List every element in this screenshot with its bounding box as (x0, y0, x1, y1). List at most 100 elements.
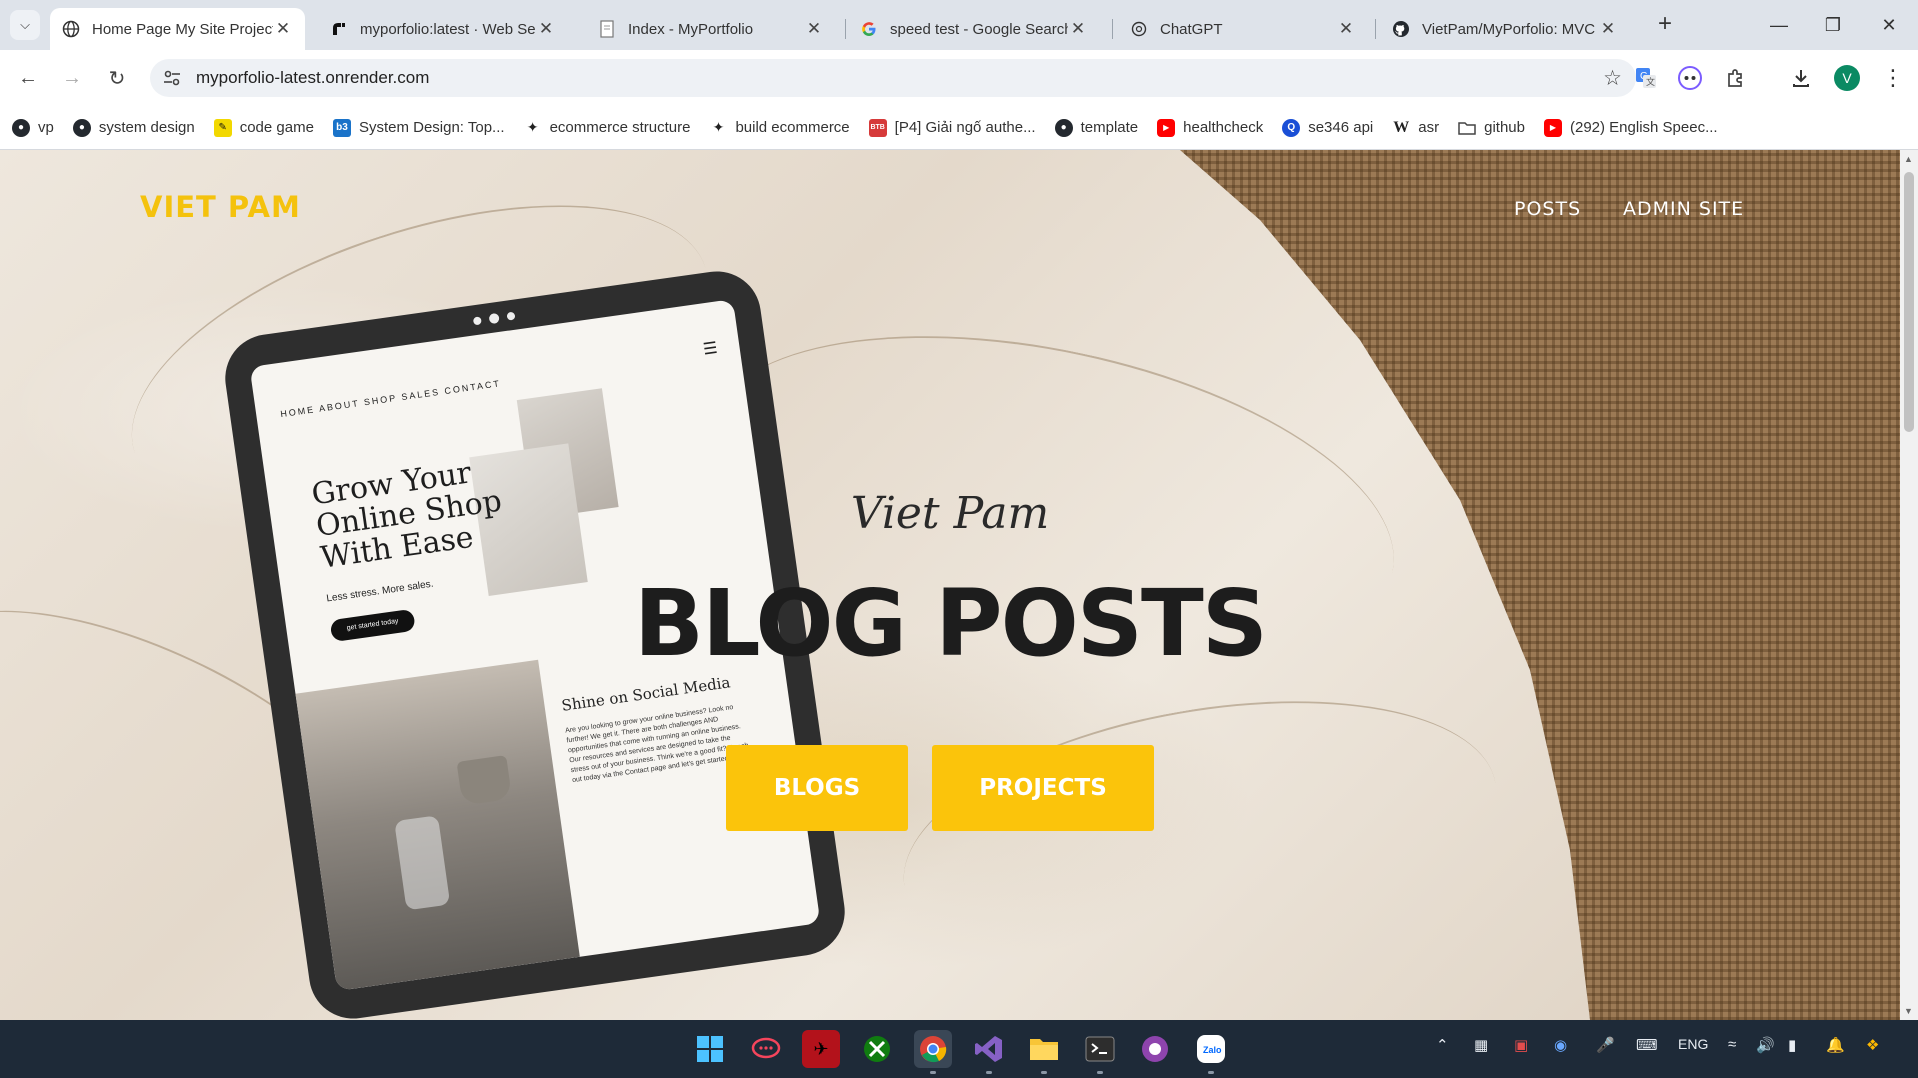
reload-button[interactable]: ↻ (101, 62, 133, 94)
windows-start-icon[interactable] (691, 1030, 729, 1068)
close-icon[interactable]: ✕ (1068, 19, 1088, 39)
scroll-down-icon[interactable]: ▼ (1904, 1006, 1913, 1016)
back-button[interactable]: ← (12, 62, 44, 94)
globe-icon (62, 20, 80, 38)
close-window-button[interactable]: ✕ (1866, 10, 1912, 40)
blogs-button[interactable]: BLOGS (726, 745, 908, 831)
scrollbar-thumb[interactable] (1904, 172, 1914, 432)
extensions-puzzle-icon[interactable] (1723, 65, 1749, 91)
hero-subtitle: Viet Pam (850, 488, 1050, 539)
tab-index[interactable]: Index - MyPortfolio ✕ (586, 8, 836, 50)
rocket-chat-icon[interactable] (747, 1030, 785, 1068)
profile-initial: V (1842, 70, 1852, 86)
close-icon[interactable]: ✕ (804, 19, 824, 39)
new-tab-button[interactable]: + (1652, 12, 1678, 38)
tab-render[interactable]: myporfolio:latest · Web Se ✕ (318, 8, 568, 50)
nav-posts[interactable]: POSTS (1514, 198, 1581, 220)
google-icon (860, 20, 878, 38)
tab-separator (1112, 19, 1113, 39)
windows-taskbar: ✈ Zalo ⌃ ▦ ▣ ◉ 🎤 ⌨ ENG ≈ 🔊 ▮ 🔔 ❖ (0, 1020, 1918, 1078)
bookmark-label: (292) English Speec... (1569, 119, 1718, 136)
language-indicator[interactable]: ENG (1678, 1036, 1708, 1052)
forward-button[interactable]: → (56, 62, 88, 94)
bookmark-item[interactable]: BTB [P4] Giải ngố authe... (868, 118, 1036, 137)
tab-title: Index - MyPortfolio (628, 20, 754, 38)
tab-chatgpt[interactable]: ChatGPT ✕ (1118, 8, 1368, 50)
restore-button[interactable]: ❐ (1810, 10, 1856, 40)
tab-separator (845, 19, 846, 39)
vertical-scrollbar[interactable]: ▲ ▼ (1900, 150, 1918, 1020)
translate-extension-icon[interactable]: G文 (1633, 65, 1659, 91)
tab-separator (1375, 19, 1376, 39)
bookmark-label: build ecommerce (735, 119, 850, 136)
wifi-icon[interactable]: ≈ (1728, 1036, 1736, 1053)
youtube-icon: ▶ (1157, 118, 1176, 137)
visual-studio-icon[interactable] (970, 1030, 1008, 1074)
wikipedia-icon: W (1393, 118, 1410, 136)
mock-nav: HOME ABOUT SHOP SALES CONTACT (279, 378, 502, 420)
running-indicator (1097, 1071, 1103, 1074)
bookmark-item[interactable]: b3 System Design: Top... (332, 118, 505, 137)
bookmark-item[interactable]: ● vp (12, 118, 54, 137)
minimize-button[interactable]: — (1756, 10, 1802, 40)
svg-text:文: 文 (1646, 76, 1655, 87)
tablet-camera (488, 312, 500, 325)
nav-admin-site[interactable]: ADMIN SITE (1623, 198, 1744, 220)
terminal-red-icon[interactable]: ✈ (802, 1030, 840, 1068)
bookmark-red-icon: BTB (868, 118, 887, 137)
bookmark-star-icon[interactable]: ☆ (1603, 66, 1622, 91)
bookmark-item[interactable]: ● template (1054, 118, 1139, 137)
bookmark-item[interactable]: ✦ ecommerce structure (524, 119, 691, 137)
extension-eyes-icon[interactable] (1677, 65, 1703, 91)
bookmark-label: healthcheck (1183, 119, 1264, 136)
bookmark-item[interactable]: ● system design (72, 118, 195, 137)
chrome-icon[interactable] (914, 1030, 952, 1074)
web-page: VIET PAM POSTS ADMIN SITE HOME ABOUT SHO… (0, 150, 1900, 1020)
profile-avatar[interactable]: V (1834, 65, 1860, 91)
close-icon[interactable]: ✕ (1336, 19, 1356, 39)
scroll-up-icon[interactable]: ▲ (1904, 154, 1913, 164)
notification-bell-icon[interactable]: 🔔 (1826, 1036, 1845, 1054)
volume-icon[interactable]: 🔊 (1756, 1036, 1775, 1054)
close-icon[interactable]: ✕ (273, 19, 293, 39)
ink-icon: ✦ (526, 119, 539, 135)
more-vertical-icon: ⋮ (1882, 65, 1904, 90)
q-icon: Q (1282, 118, 1301, 137)
keyboard-icon[interactable]: ⌨ (1636, 1036, 1658, 1054)
file-explorer-icon[interactable] (1025, 1030, 1063, 1074)
tab-title: myporfolio:latest · Web Se (360, 20, 536, 38)
bookmark-item[interactable]: ▶ (292) English Speec... (1543, 118, 1718, 137)
github-icon: ● (1054, 118, 1073, 137)
microphone-icon[interactable]: 🎤 (1596, 1036, 1615, 1054)
copilot-icon[interactable]: ❖ (1866, 1036, 1879, 1054)
tab-search-button[interactable]: ⌵ (10, 10, 40, 40)
tab-home-page[interactable]: Home Page My Site Project ✕ (50, 8, 305, 50)
teams-icon[interactable]: ▦ (1474, 1036, 1488, 1054)
battery-icon[interactable]: ▮ (1788, 1036, 1796, 1054)
bookmark-item[interactable]: ▶ healthcheck (1157, 118, 1264, 137)
download-icon[interactable] (1788, 65, 1814, 91)
tab-google-search[interactable]: speed test - Google Search ✕ (848, 8, 1100, 50)
close-icon[interactable]: ✕ (536, 19, 556, 39)
bookmark-label: template (1080, 119, 1139, 136)
tab-github-repo[interactable]: VietPam/MyPorfolio: MVC ✕ (1380, 8, 1630, 50)
chevron-up-icon[interactable]: ⌃ (1436, 1036, 1449, 1054)
vivaldi-icon[interactable]: ▣ (1514, 1036, 1528, 1054)
zalo-tray-icon[interactable]: ◉ (1554, 1036, 1567, 1054)
bookmark-folder[interactable]: github (1458, 119, 1525, 137)
bookmark-item[interactable]: ✦ build ecommerce (709, 119, 850, 137)
bookmark-item[interactable]: Q se346 api (1282, 118, 1373, 137)
close-icon[interactable]: ✕ (1598, 19, 1618, 39)
github-desktop-icon[interactable] (1136, 1030, 1174, 1068)
zalo-icon[interactable]: Zalo (1192, 1030, 1230, 1074)
windows-terminal-icon[interactable] (1081, 1030, 1119, 1074)
browser-menu-button[interactable]: ⋮ (1880, 65, 1906, 91)
xbox-icon[interactable] (858, 1030, 896, 1068)
projects-button[interactable]: PROJECTS (932, 745, 1154, 831)
bookmark-item[interactable]: W asr (1392, 119, 1439, 137)
site-settings-icon[interactable] (162, 68, 182, 88)
bookmark-item[interactable]: ✎ code game (213, 118, 314, 137)
tablet-camera (506, 311, 516, 321)
site-logo[interactable]: VIET PAM (140, 190, 301, 224)
address-bar[interactable]: myporfolio-latest.onrender.com ☆ (150, 59, 1636, 97)
